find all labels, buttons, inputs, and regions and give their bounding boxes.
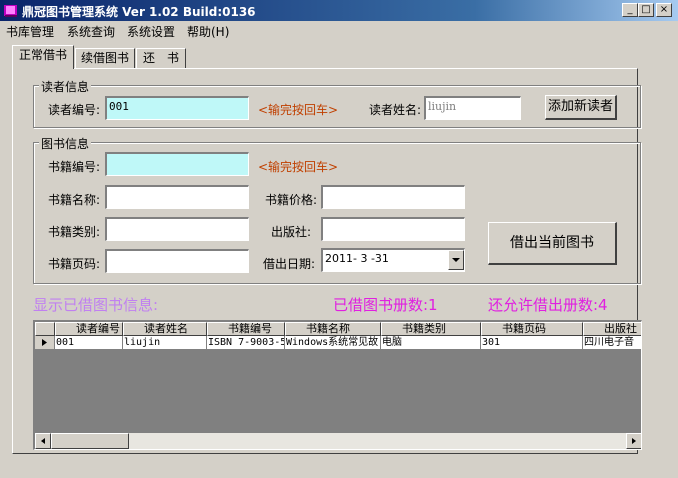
- book-name-label: 书籍名称:: [48, 193, 101, 207]
- book-price-input[interactable]: [321, 185, 465, 209]
- scroll-thumb[interactable]: [51, 433, 129, 449]
- grid-header-publisher[interactable]: 出版社: [583, 322, 641, 336]
- table-cell[interactable]: 电脑: [381, 336, 481, 350]
- borrow-book-button[interactable]: 借出当前图书: [488, 222, 617, 265]
- menu-query[interactable]: 系统查询: [67, 23, 115, 40]
- menu-settings[interactable]: 系统设置: [127, 23, 175, 40]
- book-id-input[interactable]: [105, 152, 249, 176]
- borrowed-count: 已借图书册数:1: [333, 296, 438, 314]
- table-cell[interactable]: 四川电子音: [583, 336, 641, 350]
- book-pages-label: 书籍页码:: [48, 257, 101, 271]
- table-cell[interactable]: 301: [481, 336, 583, 350]
- borrowed-books-grid[interactable]: 读者编号 读者姓名 书籍编号 书籍名称 书籍类别 书籍页码 出版社 001 li…: [33, 320, 642, 450]
- remaining-count: 还允许借出册数:4: [488, 296, 608, 314]
- book-id-label: 书籍编号:: [48, 160, 101, 174]
- borrow-date-value: 2011- 3 -31: [325, 252, 389, 265]
- book-id-hint: <输完按回车>: [258, 160, 339, 174]
- borrowed-info-label: 显示已借图书信息:: [33, 296, 159, 314]
- borrow-date-picker[interactable]: 2011- 3 -31: [321, 248, 465, 272]
- tab-renew[interactable]: 续借图书: [75, 48, 135, 68]
- menu-help[interactable]: 帮助(H): [187, 23, 229, 40]
- grid-corner: [35, 322, 55, 336]
- add-reader-button[interactable]: 添加新读者: [545, 95, 617, 120]
- book-icon: [4, 5, 17, 17]
- tab-borrow[interactable]: 正常借书: [12, 45, 74, 69]
- table-cell[interactable]: liujin: [123, 336, 207, 350]
- window-title: 鼎冠图书管理系统 Ver 1.02 Build:0136: [22, 5, 256, 19]
- grid-header-pages[interactable]: 书籍页码: [481, 322, 583, 336]
- menu-bar: 书库管理 系统查询 系统设置 帮助(H): [0, 21, 678, 40]
- grid-header-book-name[interactable]: 书籍名称: [285, 322, 381, 336]
- close-button[interactable]: ×: [656, 3, 672, 17]
- table-cell[interactable]: ISBN 7-9003-5: [207, 336, 285, 350]
- reader-id-hint: <输完按回车>: [258, 103, 339, 117]
- maximize-button[interactable]: □: [638, 3, 654, 17]
- publisher-label: 出版社:: [271, 225, 312, 239]
- book-name-input[interactable]: [105, 185, 249, 209]
- reader-name-input[interactable]: liujin: [424, 96, 521, 120]
- scroll-right-icon[interactable]: [626, 433, 641, 449]
- scroll-left-icon[interactable]: [35, 433, 51, 449]
- grid-header-reader-id[interactable]: 读者编号: [55, 322, 123, 336]
- horizontal-scrollbar[interactable]: [35, 433, 641, 449]
- table-cell[interactable]: 001: [55, 336, 123, 350]
- reader-group-label: 读者信息: [39, 78, 92, 95]
- row-pointer-icon: [42, 339, 47, 346]
- book-price-label: 书籍价格:: [265, 193, 318, 207]
- dropdown-arrow-icon[interactable]: [448, 250, 464, 270]
- minimize-button[interactable]: _: [622, 3, 638, 17]
- menu-library[interactable]: 书库管理: [6, 23, 54, 40]
- tab-return[interactable]: 还 书: [136, 48, 186, 68]
- reader-id-input[interactable]: 001: [105, 96, 249, 120]
- title-bar: 鼎冠图书管理系统 Ver 1.02 Build:0136 _ □ ×: [0, 0, 678, 21]
- book-category-input[interactable]: [105, 217, 249, 241]
- grid-header-book-id[interactable]: 书籍编号: [207, 322, 285, 336]
- grid-header-category[interactable]: 书籍类别: [381, 322, 481, 336]
- reader-name-label: 读者姓名:: [369, 103, 422, 117]
- book-group-label: 图书信息: [39, 135, 92, 152]
- book-category-label: 书籍类别:: [48, 225, 101, 239]
- borrow-date-label: 借出日期:: [263, 257, 316, 271]
- grid-header-reader-name[interactable]: 读者姓名: [123, 322, 207, 336]
- book-pages-input[interactable]: [105, 249, 249, 273]
- row-indicator[interactable]: [35, 336, 55, 350]
- table-cell[interactable]: Windows系统常见故: [285, 336, 381, 350]
- reader-id-label: 读者编号:: [48, 103, 101, 117]
- publisher-input[interactable]: [321, 217, 465, 241]
